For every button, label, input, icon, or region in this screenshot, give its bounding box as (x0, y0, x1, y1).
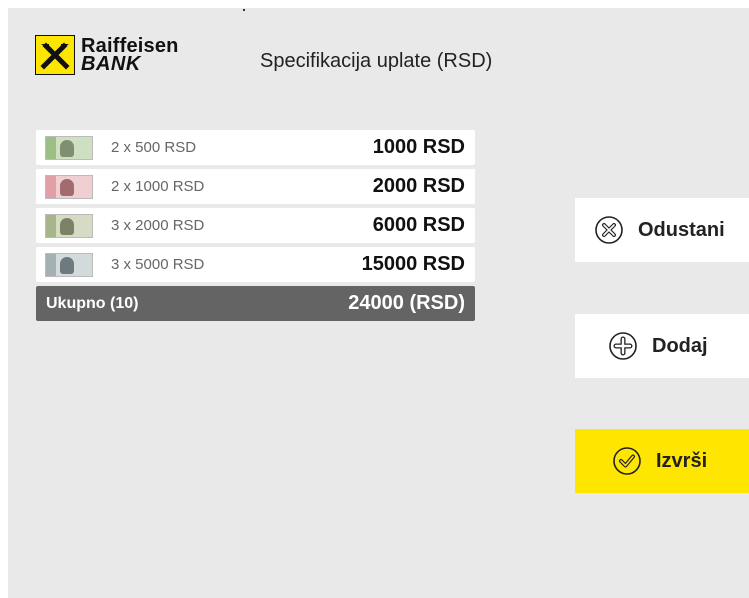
denomination-list: 2 x 500 RSD 1000 RSD 2 x 1000 RSD 2000 R… (36, 130, 475, 321)
banknote-5000-icon (45, 252, 93, 277)
denomination-amount: 2000 RSD (372, 175, 465, 197)
raiffeisen-emblem-icon (35, 35, 75, 75)
banknote-2000-icon (45, 213, 93, 238)
banknote-500-icon (45, 135, 93, 160)
list-item: 2 x 1000 RSD 2000 RSD (36, 169, 475, 204)
cancel-button[interactable]: Odustani (575, 198, 749, 262)
denomination-count: 3 x 5000 RSD (111, 256, 205, 273)
denomination-amount: 1000 RSD (372, 136, 465, 158)
add-button-label: Dodaj (652, 334, 708, 357)
add-button[interactable]: Dodaj (575, 314, 749, 378)
total-label: Ukupno (10) (46, 294, 139, 312)
brand-subname: BANK (81, 53, 141, 75)
check-circle-icon (612, 446, 642, 476)
total-row: Ukupno (10) 24000 (RSD) (36, 286, 475, 321)
page-title: Specifikacija uplate (RSD) (260, 50, 493, 72)
cancel-button-label: Odustani (638, 218, 725, 241)
total-amount: 24000 (RSD) (348, 292, 465, 314)
plus-circle-icon (608, 331, 638, 361)
denomination-count: 3 x 2000 RSD (111, 217, 205, 234)
list-item: 2 x 500 RSD 1000 RSD (36, 130, 475, 165)
atm-screen: Raiffeisen BANK Specifikacija uplate (RS… (8, 8, 749, 598)
list-item: 3 x 5000 RSD 15000 RSD (36, 247, 475, 282)
denomination-amount: 15000 RSD (361, 253, 465, 275)
list-item: 3 x 2000 RSD 6000 RSD (36, 208, 475, 243)
banknote-1000-icon (45, 174, 93, 199)
cancel-circle-icon (594, 215, 624, 245)
execute-button-label: Izvrši (656, 449, 708, 472)
bank-logo: Raiffeisen BANK (35, 35, 179, 75)
denomination-count: 2 x 1000 RSD (111, 178, 205, 195)
denomination-amount: 6000 RSD (372, 214, 465, 236)
denomination-count: 2 x 500 RSD (111, 139, 197, 156)
execute-button[interactable]: Izvrši (575, 429, 749, 493)
screen-artifact (243, 9, 245, 11)
